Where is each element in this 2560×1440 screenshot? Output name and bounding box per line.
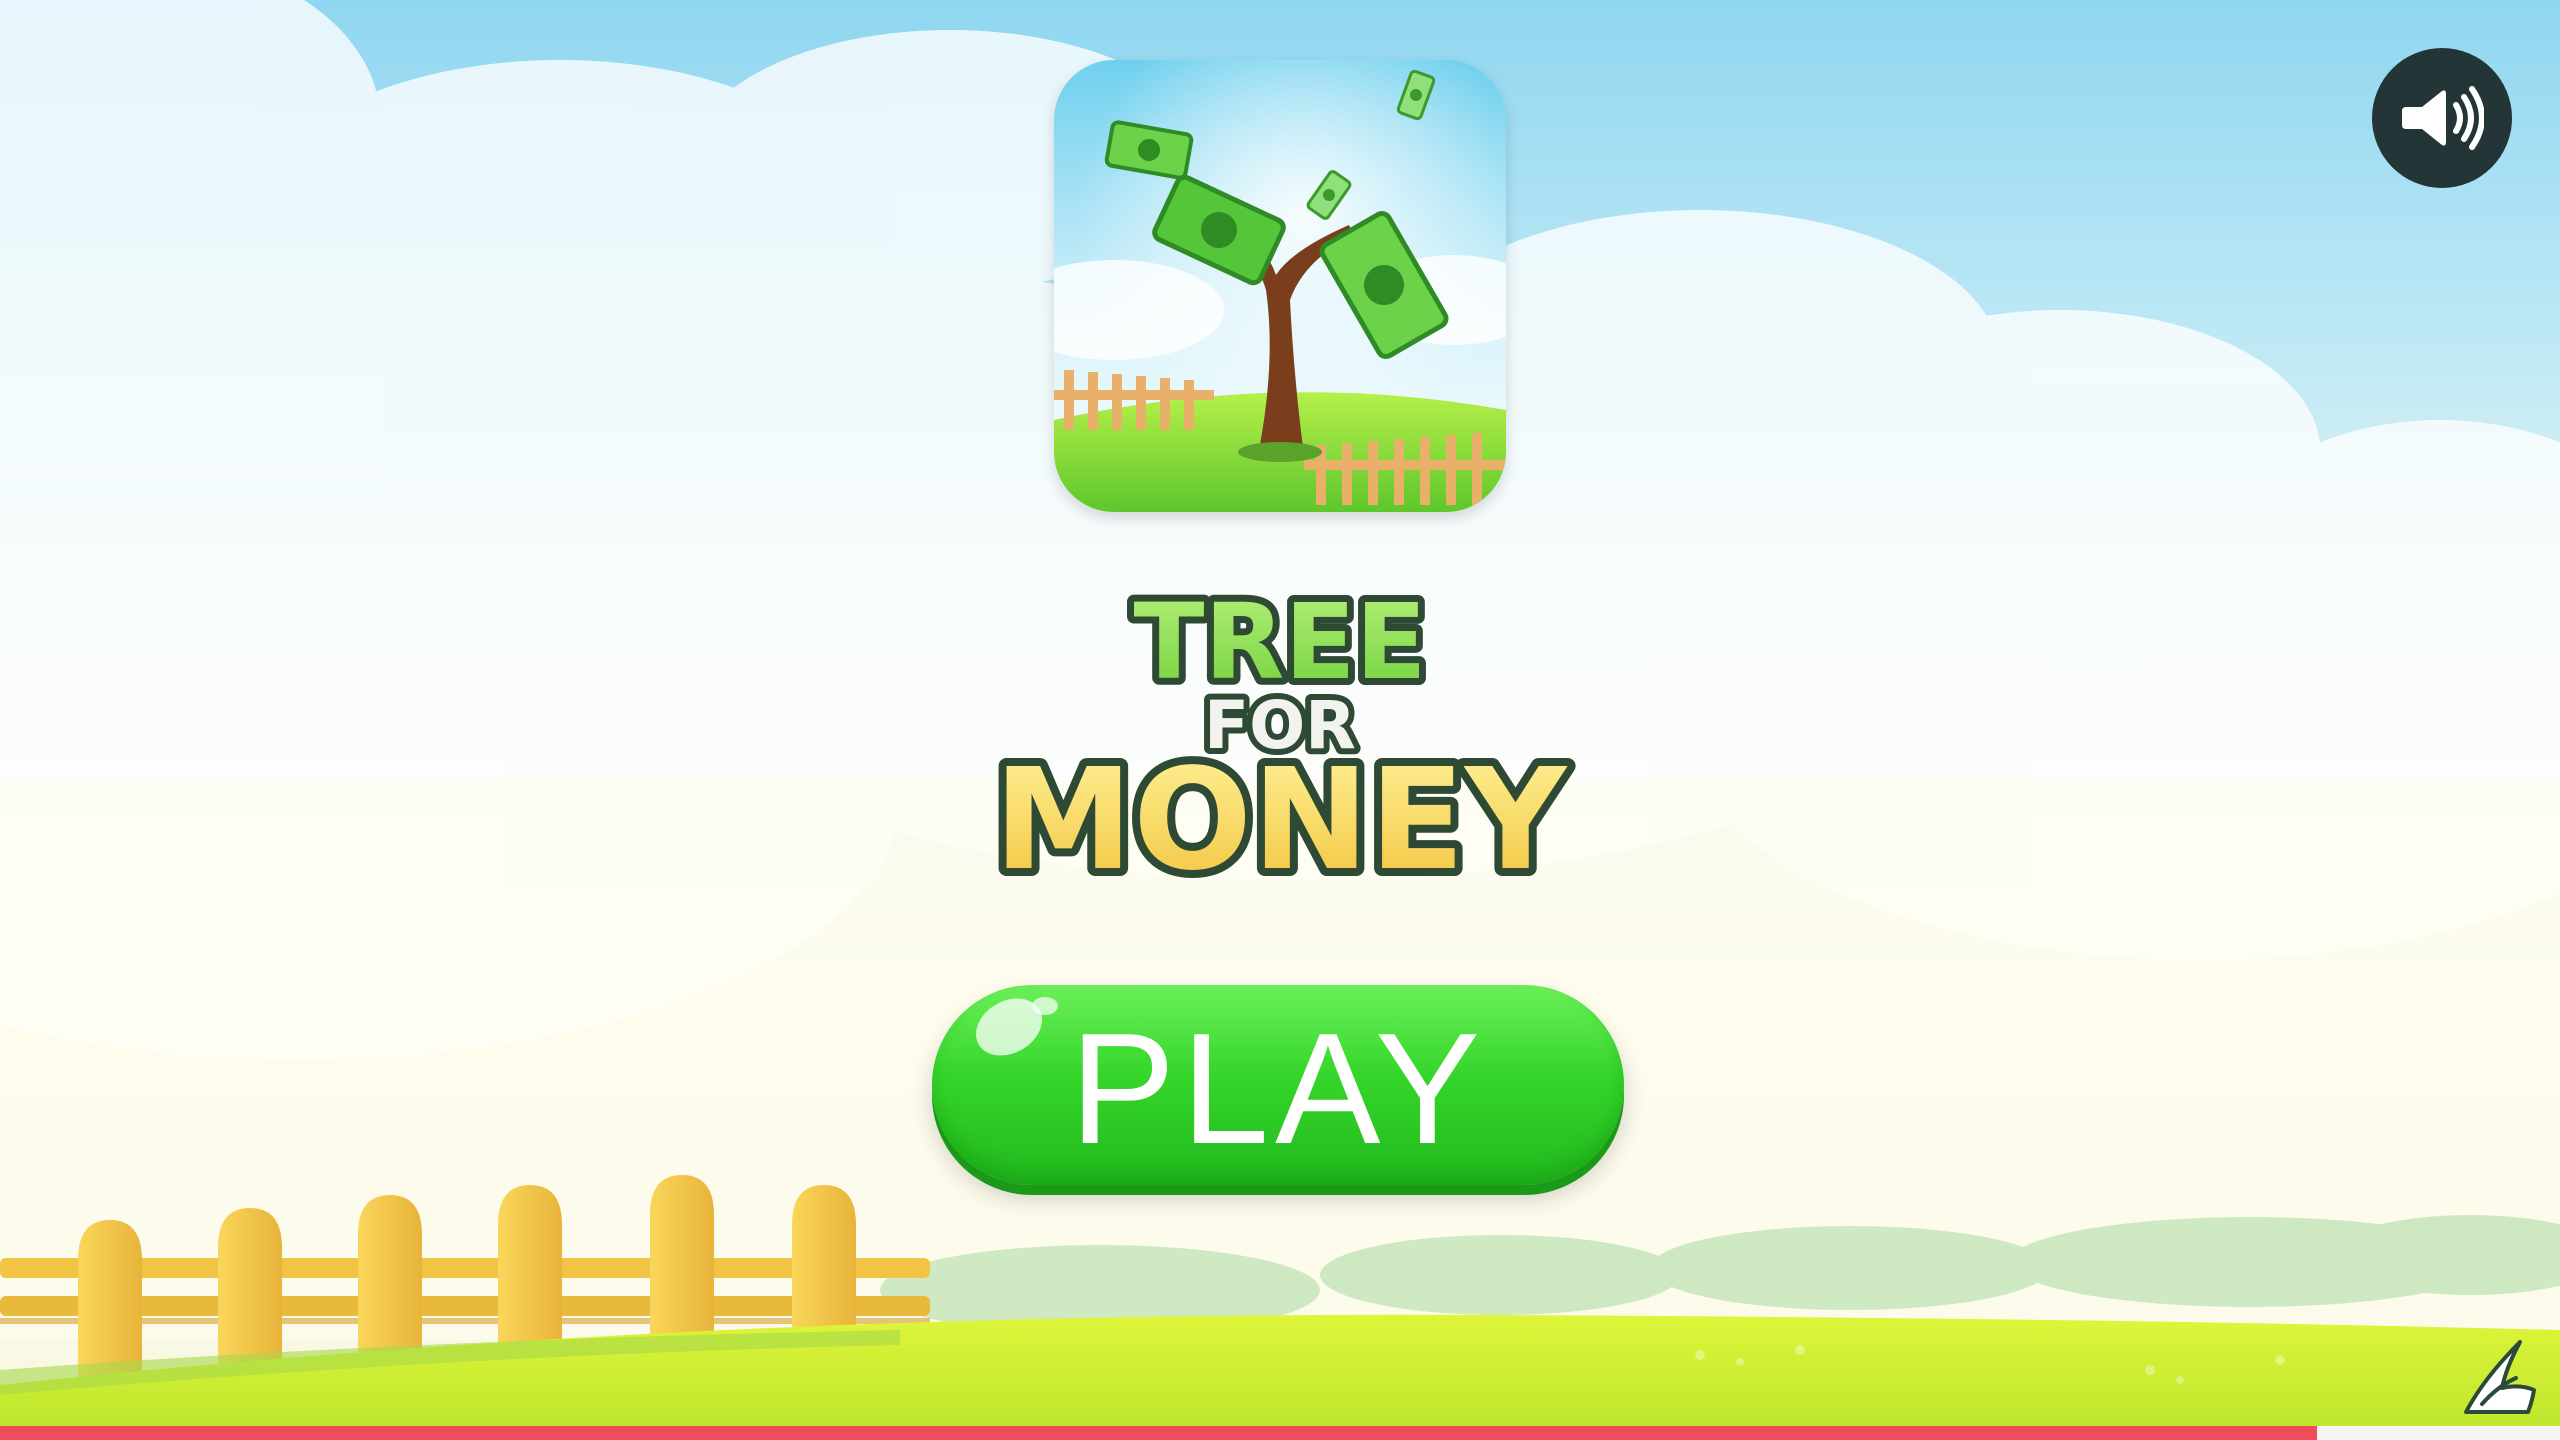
title-line-money: MONEY [994,739,1568,902]
play-button[interactable]: PLAY [932,985,1624,1185]
publisher-logo-icon [2464,1340,2536,1414]
title-line-tree: TREE [1133,581,1426,703]
loading-progress-bar [0,1426,2560,1440]
game-title-logo: TREE FOR MONEY [986,574,1576,910]
money-tree-icon [1054,60,1506,512]
game-screen: TREE FOR MONEY PLAY [0,0,2560,1440]
sound-toggle-button[interactable] [2372,48,2512,188]
loading-progress-fill [0,1426,2317,1440]
speaker-volume-icon [2402,86,2484,150]
button-shine-dot [1032,997,1058,1015]
play-button-label: PLAY [1069,1001,1487,1177]
